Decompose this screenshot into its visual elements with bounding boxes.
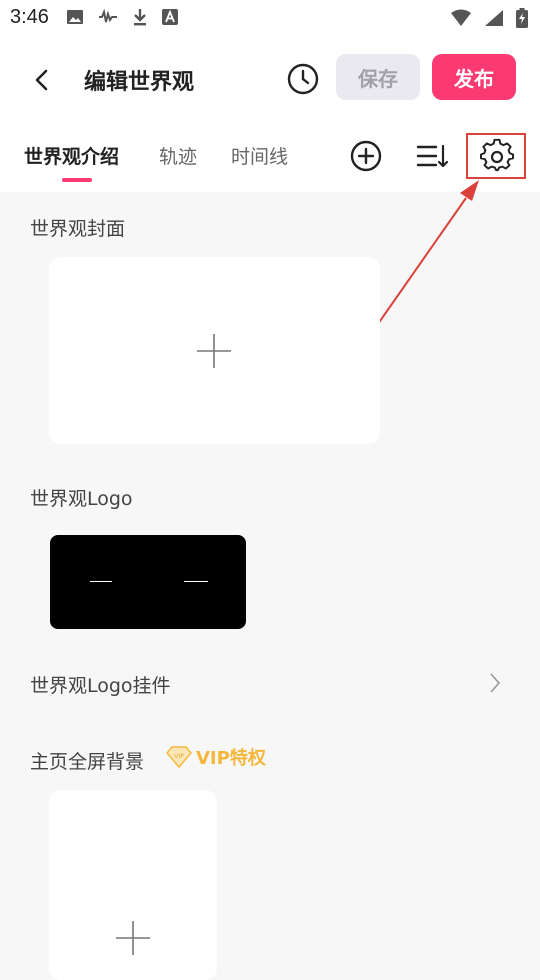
logo-section-label: 世界观Logo (30, 488, 133, 510)
vip-privilege-label: VIP特权 (196, 748, 266, 769)
logo-mark-left (90, 581, 112, 582)
vip-badge: VIP VIP特权 (166, 744, 266, 770)
svg-text:VIP: VIP (174, 753, 184, 760)
chevron-right-icon (490, 673, 501, 693)
home-background-upload-box[interactable] (49, 790, 217, 980)
cover-upload-box[interactable] (49, 257, 380, 444)
home-background-label: 主页全屏背景 (30, 751, 145, 773)
logo-pendant-row[interactable]: 世界观Logo挂件 (0, 660, 540, 706)
diamond-icon: VIP (166, 746, 192, 768)
logo-pendant-label: 世界观Logo挂件 (30, 675, 171, 697)
cover-section-label: 世界观封面 (30, 218, 126, 240)
plus-icon (116, 921, 150, 955)
logo-mark-right (184, 581, 208, 582)
logo-image[interactable] (50, 535, 246, 629)
plus-icon (197, 334, 231, 368)
